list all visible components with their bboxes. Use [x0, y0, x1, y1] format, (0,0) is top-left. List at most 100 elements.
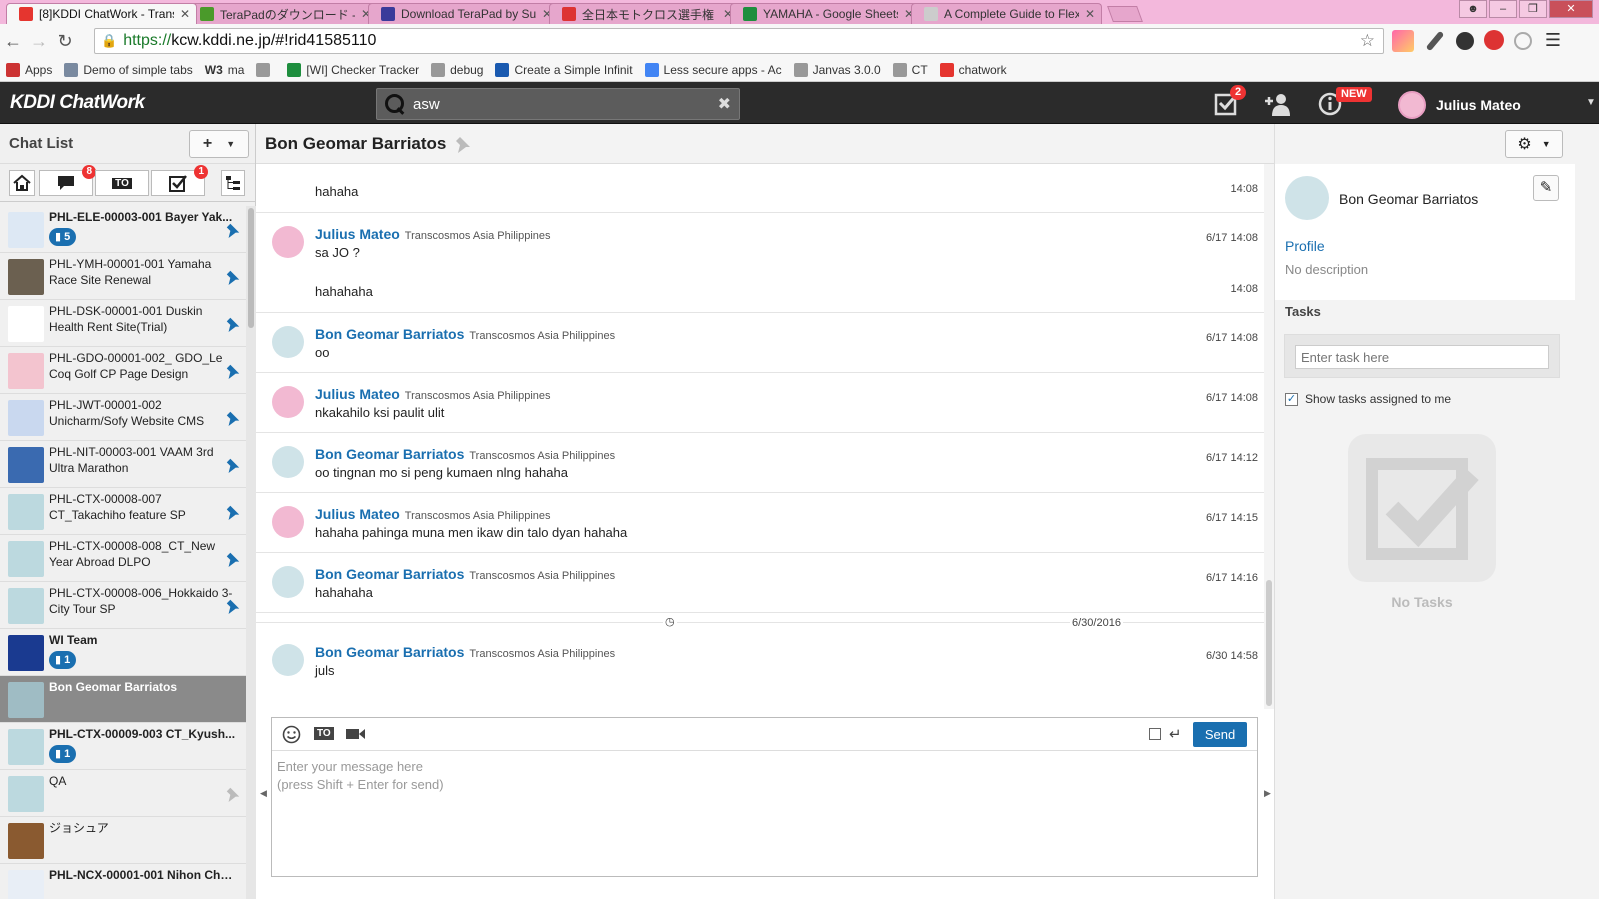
sender-avatar[interactable]	[272, 506, 304, 538]
collapse-right-icon[interactable]: ▶	[1264, 788, 1271, 799]
sender-name[interactable]: Julius Mateo Transcosmos Asia Philippines	[315, 506, 551, 522]
message-input[interactable]	[272, 752, 1257, 876]
filter-unread-button[interactable]: 8	[39, 165, 96, 196]
bookmark-item[interactable]: Less secure apps - Ac	[644, 62, 782, 77]
room-item[interactable]: PHL-YMH-00001-001 Yamaha Race Site Renew…	[0, 253, 246, 300]
bookmark-item[interactable]: CT	[892, 62, 928, 77]
room-list-scrollbar[interactable]	[246, 206, 256, 899]
user-menu[interactable]: Julius Mateo ▼	[1398, 91, 1596, 119]
pin-icon[interactable]	[225, 410, 241, 426]
sender-avatar[interactable]	[272, 386, 304, 418]
filter-tasks-button[interactable]: 1	[151, 165, 208, 196]
maximize-button[interactable]: ❐	[1519, 0, 1547, 18]
task-input[interactable]	[1295, 345, 1549, 369]
pin-icon[interactable]	[225, 598, 241, 614]
back-icon[interactable]: ←	[0, 31, 26, 52]
browser-tab[interactable]: 全日本モトクロス選手権 ✕	[549, 3, 740, 24]
bookmark-item[interactable]: [WI] Checker Tracker	[287, 62, 419, 77]
reload-icon[interactable]: ↻	[52, 31, 78, 52]
bookmark-star-icon[interactable]: ☆	[1360, 31, 1375, 51]
bookmark-item[interactable]: Create a Simple Infinit	[495, 62, 633, 77]
show-assigned-toggle[interactable]: ✓ Show tasks assigned to me	[1285, 392, 1451, 406]
emoticon-icon[interactable]	[282, 725, 301, 749]
to-icon[interactable]: TO	[314, 727, 334, 740]
filter-all-button[interactable]	[9, 170, 35, 196]
scroll-thumb[interactable]	[1266, 580, 1272, 706]
url-input[interactable]: 🔒 https://kcw.kddi.ne.jp/#!rid41585110 ☆	[94, 28, 1384, 54]
room-item[interactable]: PHL-NIT-00003-001 VAAM 3rd Ultra Maratho…	[0, 441, 246, 488]
profile-icon[interactable]: ☻	[1459, 0, 1487, 18]
room-item[interactable]: PHL-ELE-00003-001 Bayer Yak... ▮ 5	[0, 206, 246, 253]
message-scrollbar[interactable]	[1264, 164, 1274, 709]
bookmark-item[interactable]: chatwork	[939, 62, 1007, 77]
room-item[interactable]: QA	[0, 770, 246, 817]
edit-pencil-icon[interactable]: ✎	[1533, 175, 1559, 201]
room-item[interactable]: PHL-CTX-00008-008_CT_New Year Abroad DLP…	[0, 535, 246, 582]
checkbox-checked-icon[interactable]: ✓	[1285, 392, 1298, 406]
minimize-button[interactable]: –	[1489, 0, 1517, 18]
pin-icon[interactable]	[454, 135, 472, 153]
chrome-menu-icon[interactable]: ☰	[1542, 30, 1564, 52]
pin-icon[interactable]	[225, 316, 241, 332]
info-icon[interactable]: NEW	[1318, 87, 1372, 118]
profile-link[interactable]: Profile	[1285, 238, 1325, 254]
forward-icon[interactable]: →	[26, 31, 52, 52]
sender-name[interactable]: Bon Geomar Barriatos Transcosmos Asia Phi…	[315, 644, 615, 660]
browser-tab[interactable]: Download TeraPad by Su ✕	[368, 3, 559, 24]
sender-name[interactable]: Bon Geomar Barriatos Transcosmos Asia Phi…	[315, 326, 615, 342]
pin-icon[interactable]	[225, 504, 241, 520]
bookmark-item[interactable]: W3 ma	[205, 63, 245, 77]
room-item[interactable]: PHL-JWT-00001-002 Unicharm/Sofy Website …	[0, 394, 246, 441]
room-item[interactable]: PHL-CTX-00009-003 CT_Kyush... ▮ 1	[0, 723, 246, 770]
browser-tab[interactable]: A Complete Guide to Flex ✕	[911, 3, 1102, 24]
close-tab-icon[interactable]: ✕	[180, 7, 190, 21]
sender-avatar[interactable]	[272, 226, 304, 258]
extension-badge-icon[interactable]	[1484, 30, 1504, 50]
bookmark-item[interactable]: Apps	[6, 62, 52, 77]
send-button[interactable]: Send	[1193, 722, 1247, 747]
close-window-button[interactable]: ✕	[1549, 0, 1593, 18]
room-item[interactable]: Bon Geomar Barriatos	[0, 676, 246, 723]
close-tab-icon[interactable]: ✕	[1085, 7, 1095, 21]
extension-pen-icon[interactable]	[1425, 30, 1445, 52]
app-logo[interactable]: KDDI ChatWork	[10, 92, 145, 114]
browser-tab[interactable]: YAMAHA - Google Sheets ✕	[730, 3, 921, 24]
enter-send-checkbox[interactable]	[1149, 728, 1161, 740]
room-item[interactable]: WI Team ▮ 1	[0, 629, 246, 676]
search-input[interactable]	[413, 95, 703, 113]
room-settings-button[interactable]: ⚙ ▼	[1505, 130, 1563, 158]
room-item[interactable]: PHL-CTX-00008-006_Hokkaido 3-City Tour S…	[0, 582, 246, 629]
video-icon[interactable]	[346, 727, 366, 746]
pin-icon[interactable]	[225, 457, 241, 473]
pin-icon[interactable]	[225, 551, 241, 567]
sender-avatar[interactable]	[272, 326, 304, 358]
bookmark-item[interactable]: Demo of simple tabs	[64, 62, 193, 77]
sender-avatar[interactable]	[272, 446, 304, 478]
extension-color-icon[interactable]	[1392, 30, 1414, 52]
extension-gear-icon[interactable]	[1456, 32, 1474, 50]
room-item[interactable]: ジョシュア	[0, 817, 246, 864]
sender-name[interactable]: Julius Mateo Transcosmos Asia Philippines	[315, 386, 551, 402]
scroll-thumb[interactable]	[248, 208, 254, 328]
collapse-left-icon[interactable]: ◀	[260, 788, 267, 799]
room-item[interactable]: PHL-NCX-00001-001 Nihon Cho...	[0, 864, 246, 899]
pin-icon[interactable]	[225, 363, 241, 379]
category-button[interactable]	[221, 170, 245, 196]
extension-wheel-icon[interactable]	[1514, 32, 1532, 50]
sender-name[interactable]: Julius Mateo Transcosmos Asia Philippines	[315, 226, 551, 242]
browser-tab[interactable]: [8]KDDI ChatWork - Trans ✕	[6, 3, 197, 24]
browser-tab[interactable]: TeraPadのダウンロード - ✕	[187, 3, 378, 24]
tasks-icon[interactable]: 2	[1214, 85, 1247, 118]
filter-to-button[interactable]: TO	[95, 170, 149, 196]
bookmark-item[interactable]	[256, 62, 275, 77]
new-tab-button[interactable]	[1107, 6, 1143, 22]
sender-avatar[interactable]	[272, 644, 304, 676]
pin-icon[interactable]	[225, 222, 241, 238]
pin-icon[interactable]	[225, 269, 241, 285]
sender-avatar[interactable]	[272, 566, 304, 598]
sender-name[interactable]: Bon Geomar Barriatos Transcosmos Asia Phi…	[315, 446, 615, 462]
bookmark-item[interactable]: Janvas 3.0.0	[793, 62, 881, 77]
pin-icon[interactable]	[225, 786, 241, 802]
bookmark-item[interactable]: debug	[431, 62, 483, 77]
room-item[interactable]: PHL-DSK-00001-001 Duskin Health Rent Sit…	[0, 300, 246, 347]
